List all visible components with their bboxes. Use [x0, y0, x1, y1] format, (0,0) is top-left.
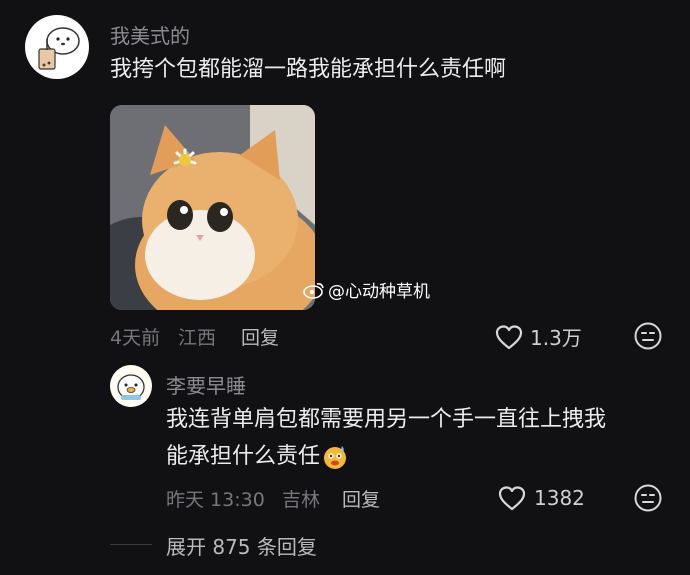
- expand-replies-button[interactable]: 展开 875 条回复: [166, 531, 317, 560]
- reply-button[interactable]: 回复: [241, 323, 279, 350]
- comment-time: 4天前: [110, 327, 161, 349]
- reply-username[interactable]: 李要早睡: [166, 370, 246, 399]
- watermark: @心动种草机: [303, 277, 430, 302]
- reply-dislike-button[interactable]: [633, 483, 663, 517]
- bear-boba-avatar-icon: [38, 27, 80, 70]
- cat-photo-illustration: [110, 105, 315, 310]
- duck-avatar-icon: [117, 374, 145, 400]
- expand-divider: [110, 544, 152, 545]
- meh-face-icon: [634, 484, 662, 512]
- reply-like-count: 1382: [534, 486, 585, 510]
- reply-location: 吉林: [282, 489, 321, 511]
- heart-icon: [498, 486, 526, 511]
- reply-text-line1: 我连背单肩包都需要用另一个手一直往上拽我: [166, 407, 607, 432]
- reply-avatar[interactable]: [110, 365, 152, 407]
- watermark-text: @心动种草机: [328, 282, 430, 302]
- reply-text-line2-content: 能承担什么责任: [166, 444, 321, 469]
- heart-icon: [495, 324, 523, 349]
- weibo-icon: [303, 282, 324, 299]
- like-count: 1.3万: [530, 326, 582, 350]
- reply-like-button[interactable]: 1382: [497, 484, 585, 512]
- reply-time: 昨天 13:30: [166, 489, 265, 511]
- avatar[interactable]: [25, 15, 89, 79]
- comment-text: 我挎个包都能溜一路我能承担什么责任啊: [110, 57, 507, 82]
- meh-face-icon: [634, 322, 662, 350]
- like-button[interactable]: 1.3万: [494, 322, 582, 351]
- comment-image[interactable]: [110, 105, 315, 310]
- reply-reply-button[interactable]: 回复: [342, 485, 380, 512]
- dislike-button[interactable]: [633, 321, 663, 355]
- sweat-smile-emoji-icon: [324, 446, 347, 469]
- comment-username[interactable]: 我美式的: [110, 20, 190, 49]
- reply-text-line2: 能承担什么责任: [166, 437, 348, 477]
- comment-location: 江西: [178, 327, 217, 349]
